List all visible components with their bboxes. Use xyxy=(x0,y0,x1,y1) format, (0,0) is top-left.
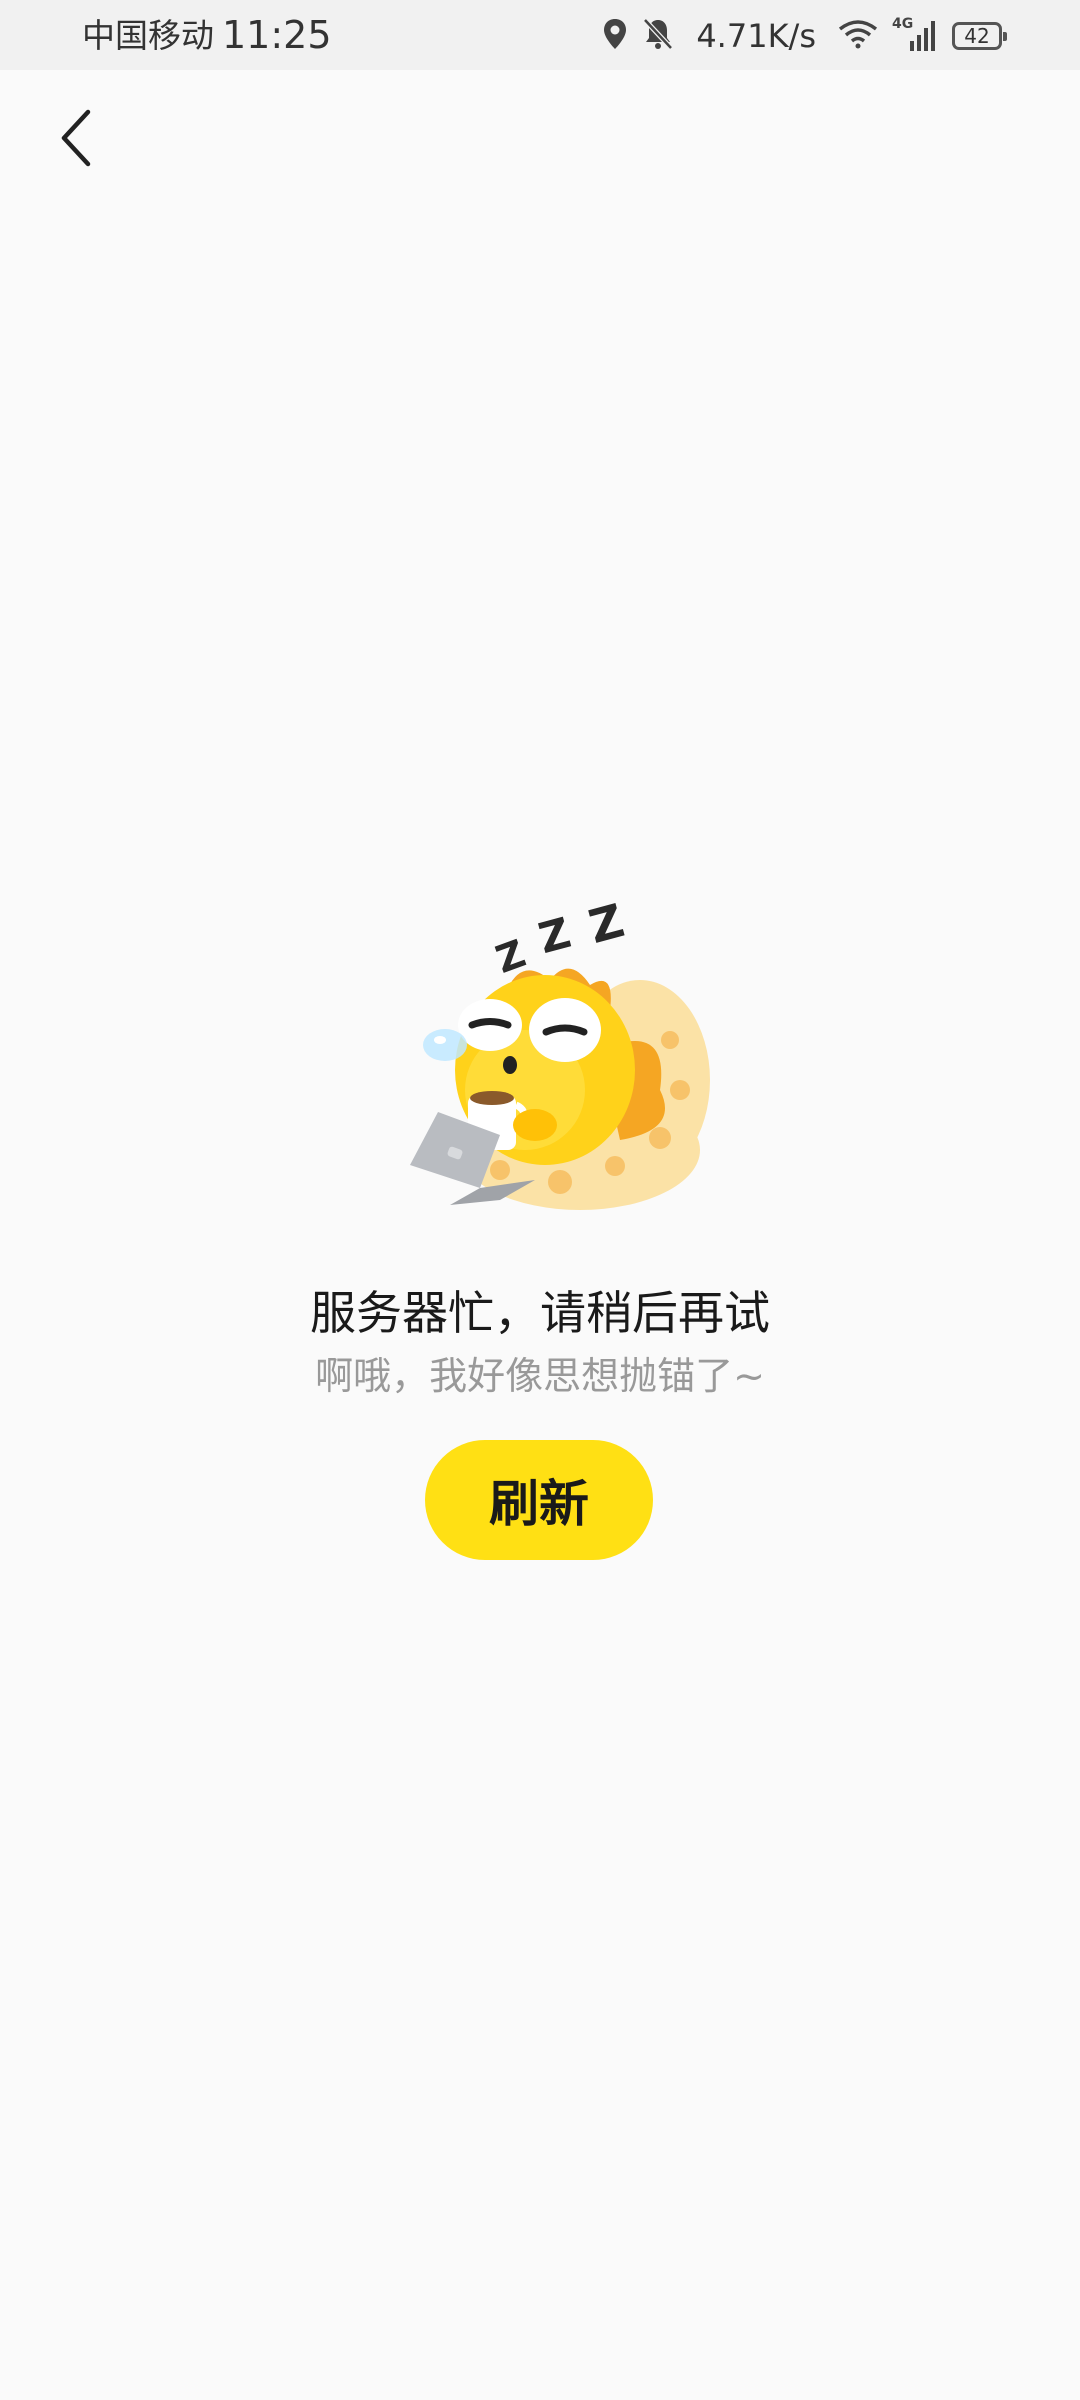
location-icon xyxy=(602,18,628,54)
error-subtitle: 啊哦，我好像思想抛锚了~ xyxy=(315,1354,765,1398)
status-bar: 中国移动 11:25 4.71K/s 4G 42 xyxy=(0,0,1080,70)
svg-text:Z: Z xyxy=(490,931,531,982)
back-button[interactable] xyxy=(46,100,106,180)
signal-icon: 4G xyxy=(892,17,938,53)
svg-text:Z: Z xyxy=(534,908,576,963)
status-time: 11:25 xyxy=(222,13,332,57)
battery-icon: 42 xyxy=(952,22,1007,50)
carrier-name: 中国移动 xyxy=(82,16,214,55)
screen: 中国移动 11:25 4.71K/s 4G 42 Z Z Z 服务器忙，请稍后再… xyxy=(0,0,1080,2400)
error-title: 服务器忙，请稍后再试 xyxy=(310,1286,770,1340)
chevron-left-icon xyxy=(58,108,94,172)
refresh-button[interactable]: 刷新 xyxy=(425,1440,653,1560)
battery-level: 42 xyxy=(964,24,990,48)
status-icons: 4.71K/s 4G 42 xyxy=(602,14,1007,58)
network-speed: 4.71K/s xyxy=(696,17,816,55)
bell-muted-icon xyxy=(642,17,674,55)
svg-text:Z: Z xyxy=(583,900,629,954)
sleeping-mascot-illustration: Z Z Z xyxy=(350,893,730,1280)
wifi-icon xyxy=(838,19,878,53)
